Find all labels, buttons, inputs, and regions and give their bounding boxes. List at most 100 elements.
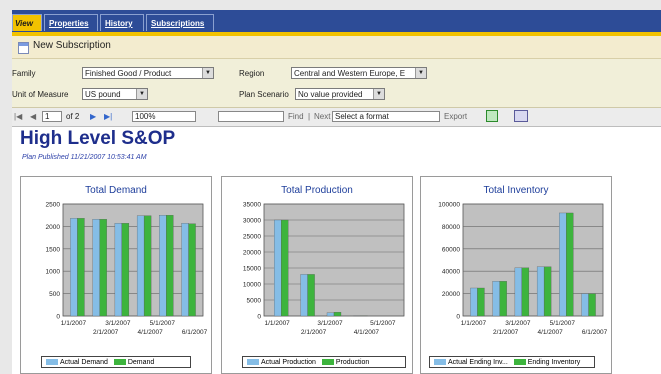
chart-legend: Actual Demand Demand	[41, 356, 191, 368]
export-link[interactable]: Export	[444, 112, 467, 121]
y-tick-label: 80000	[442, 224, 460, 231]
bar-actual	[300, 274, 308, 317]
parameter-panel: Family Finished Good / Product ▼ Region …	[12, 59, 661, 108]
uom-value: US pound	[85, 90, 121, 99]
y-tick-label: 15000	[243, 266, 261, 273]
last-page-icon[interactable]: ▶|	[104, 112, 112, 121]
bar-actual	[581, 293, 589, 317]
x-tick-label: 5/1/2007	[550, 320, 576, 327]
bar-plan	[281, 219, 289, 317]
bar-plan	[99, 219, 107, 317]
zoom-select[interactable]: 100%	[132, 111, 196, 122]
bar-plan	[166, 215, 174, 317]
y-tick-label: 35000	[243, 202, 261, 209]
bar-plan	[307, 274, 315, 317]
bar-actual	[159, 215, 167, 317]
published-timestamp: Plan Published 11/21/2007 10:53:41 AM	[22, 154, 147, 161]
y-tick-label: 20000	[442, 291, 460, 298]
scenario-select[interactable]: No value provided ▼	[295, 88, 385, 100]
y-tick-label: 500	[49, 291, 60, 298]
bar-actual	[326, 312, 335, 317]
y-tick-label: 25000	[243, 234, 261, 241]
y-tick-label: 2000	[46, 224, 61, 231]
tab-subscriptions[interactable]: Subscriptions	[146, 14, 214, 31]
uom-select[interactable]: US pound ▼	[82, 88, 148, 100]
report-toolbar: |◀ ◀ 1 of 2 ▶ ▶| 100% Find | Next Select…	[12, 108, 661, 127]
bar-actual	[492, 281, 500, 317]
export-format-value: Select a format	[335, 112, 389, 121]
bar-plan	[543, 266, 552, 317]
legend-label-plan: Production	[335, 359, 370, 366]
bar-actual	[114, 223, 123, 317]
tab-history[interactable]: History	[100, 14, 144, 31]
y-tick-label: 30000	[243, 218, 261, 225]
bar-actual	[274, 219, 282, 317]
legend-label-plan: Ending Inventory	[527, 359, 581, 366]
find-link[interactable]: Find	[288, 112, 304, 121]
x-tick-label: 1/1/2007	[265, 320, 291, 327]
bar-plan	[477, 287, 485, 317]
chevron-down-icon[interactable]: ▼	[202, 68, 213, 78]
chart-plot: 0 5000 10000 15000 20000 25000 30000 35000 1/1/2…	[243, 202, 405, 336]
legend-label-actual: Actual Ending Inv...	[448, 359, 508, 366]
report-title: High Level S&OP	[20, 128, 176, 149]
x-tick-label: 4/1/2007	[537, 329, 563, 336]
legend-swatch-plan	[513, 358, 526, 365]
legend-swatch-actual	[247, 358, 259, 365]
bar-plan	[566, 212, 574, 317]
bar-actual	[181, 223, 189, 317]
bar-actual	[470, 287, 478, 317]
bar-plan	[77, 218, 85, 317]
family-value: Finished Good / Product	[85, 69, 172, 78]
region-label: Region	[239, 69, 265, 78]
x-tick-label: 4/1/2007	[354, 329, 380, 336]
region-select[interactable]: Central and Western Europe, E ▼	[291, 67, 427, 79]
report-viewer: View Properties History Subscriptions Ne…	[12, 10, 661, 374]
bar-plan	[333, 312, 342, 317]
bar-plan	[521, 267, 530, 317]
tab-bar: View Properties History Subscriptions	[12, 10, 661, 36]
new-document-icon[interactable]	[18, 42, 29, 54]
next-link[interactable]: Next	[314, 112, 330, 121]
y-tick-label: 20000	[243, 250, 261, 257]
next-page-icon[interactable]: ▶	[90, 112, 96, 121]
legend-swatch-actual	[434, 358, 446, 365]
print-icon[interactable]	[514, 110, 528, 122]
y-tick-label: 100000	[438, 202, 460, 209]
scenario-label: Plan Scenario	[239, 90, 289, 99]
tab-properties[interactable]: Properties	[44, 14, 98, 31]
family-label: Family	[12, 69, 36, 78]
find-input[interactable]	[218, 111, 284, 122]
legend-swatch-plan	[113, 358, 126, 365]
y-tick-label: 1000	[46, 269, 61, 276]
page-count: of 2	[66, 112, 80, 121]
chevron-down-icon[interactable]: ▼	[136, 89, 147, 99]
bar-actual	[514, 267, 523, 317]
chevron-down-icon[interactable]: ▼	[373, 89, 384, 99]
x-tick-label: 3/1/2007	[317, 320, 343, 327]
refresh-icon[interactable]	[486, 110, 498, 122]
family-select[interactable]: Finished Good / Product ▼	[82, 67, 214, 79]
previous-page-icon[interactable]: ◀	[30, 112, 36, 121]
bar-plan	[121, 223, 130, 317]
x-tick-label: 1/1/2007	[61, 320, 87, 327]
x-tick-label: 3/1/2007	[505, 320, 531, 327]
export-format-select[interactable]: Select a format	[332, 111, 440, 122]
subscription-toolbar: New Subscription	[12, 36, 661, 59]
first-page-icon[interactable]: |◀	[14, 112, 22, 121]
bar-actual	[70, 218, 78, 317]
scenario-value: No value provided	[298, 90, 363, 99]
chevron-down-icon[interactable]: ▼	[415, 68, 426, 78]
y-tick-label: 10000	[243, 282, 261, 289]
bar-actual	[92, 219, 100, 317]
x-tick-label: 4/1/2007	[137, 329, 163, 336]
page-number-input[interactable]: 1	[42, 111, 62, 122]
x-tick-label: 5/1/2007	[370, 320, 396, 327]
legend-label-plan: Demand	[127, 359, 155, 366]
zoom-value: 100%	[135, 112, 156, 121]
tab-view[interactable]: View	[12, 14, 42, 31]
bar-plan	[499, 281, 507, 317]
chart-plot: 0 500 1000 1500 2000 2500 1/1/2007 2/1/2007 3/1/…	[46, 202, 208, 337]
new-subscription-link[interactable]: New Subscription	[33, 40, 111, 51]
legend-label-actual: Actual Production	[261, 359, 316, 366]
